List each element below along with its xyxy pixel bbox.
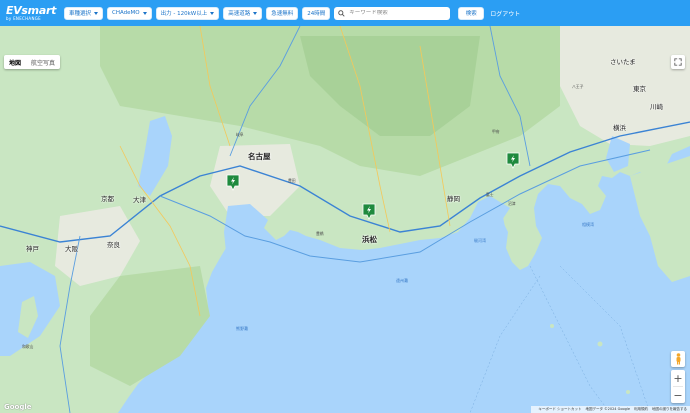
connector-type-dropdown[interactable]: CHAdeMO xyxy=(107,6,152,20)
evsmart-logo[interactable]: EVsmart by ENECHANGE xyxy=(6,5,64,21)
google-logo: Google xyxy=(4,403,32,411)
keyword-search-input[interactable] xyxy=(349,10,446,16)
city-label: 名古屋 xyxy=(248,152,271,161)
city-label: 神戸 xyxy=(26,245,39,253)
map-canvas[interactable]: 名古屋 浜松 静岡 京都 大阪 神戸 奈良 東京 横浜 川崎 さいたま 大津 豊… xyxy=(0,26,690,413)
logo-text: EVsmart xyxy=(6,4,57,17)
city-label: 川崎 xyxy=(650,103,663,111)
city-label: 甲府 xyxy=(492,129,500,134)
fast-free-toggle[interactable]: 急速無料 xyxy=(266,6,299,20)
city-label: 大津 xyxy=(133,196,146,204)
chevron-down-icon xyxy=(142,11,147,15)
header-bar: EVsmart by ENECHANGE 車種選択 CHAdeMO 出力 - 1… xyxy=(0,0,690,26)
sea-label: 相模湾 xyxy=(582,222,594,227)
map-type-satellite-button[interactable]: 航空写真 xyxy=(26,55,60,69)
city-label: 沼津 xyxy=(508,201,516,206)
map-type-map-button[interactable]: 地図 xyxy=(4,55,26,69)
vehicle-select-dropdown[interactable]: 車種選択 xyxy=(64,6,104,20)
city-label: 八王子 xyxy=(572,84,584,89)
fullscreen-icon xyxy=(674,58,682,66)
map-type-control: 地図 航空写真 xyxy=(4,55,61,69)
search-box xyxy=(334,6,451,20)
city-label: 岐阜 xyxy=(236,132,244,137)
fullscreen-button[interactable] xyxy=(671,55,685,69)
expressway-dropdown[interactable]: 高速道路 xyxy=(223,6,263,20)
ev-charger-marker-icon[interactable] xyxy=(226,174,240,191)
map-attribution-bar: キーボード ショートカット 地図データ ©2024 Google 利用規約 地図… xyxy=(531,406,690,413)
chevron-down-icon xyxy=(210,11,215,15)
map-terrain xyxy=(0,26,690,413)
city-label: 奈良 xyxy=(107,241,120,249)
city-label: 京都 xyxy=(101,195,114,203)
zoom-control: + − xyxy=(671,370,685,403)
city-label: 豊橋 xyxy=(316,231,324,236)
street-view-pegman-button[interactable] xyxy=(671,351,685,367)
city-label: 東京 xyxy=(633,85,646,93)
fast-free-label: 急速無料 xyxy=(271,11,294,17)
output-power-dropdown[interactable]: 出力 - 120kW以上 xyxy=(155,6,220,20)
city-label: さいたま xyxy=(610,58,636,66)
expressway-label: 高速道路 xyxy=(228,11,251,17)
logout-link[interactable]: ログアウト xyxy=(490,9,520,18)
city-label: 大阪 xyxy=(65,245,78,253)
search-button[interactable]: 検索 xyxy=(458,6,485,20)
charger-pin-svg xyxy=(506,152,520,169)
chevron-down-icon xyxy=(94,11,99,15)
city-label: 横浜 xyxy=(613,124,626,132)
city-label: 富士 xyxy=(486,192,494,197)
chevron-down-icon xyxy=(253,11,258,15)
open-24h-toggle[interactable]: 24時間 xyxy=(302,6,331,20)
sea-label: 熊野灘 xyxy=(236,326,248,331)
zoom-out-button[interactable]: − xyxy=(671,387,685,403)
pegman-icon xyxy=(676,353,680,365)
map-data-text: 地図データ ©2024 Google xyxy=(585,407,630,411)
output-power-label: 出力 - 120kW以上 xyxy=(160,11,208,17)
search-icon xyxy=(338,9,345,17)
open-24h-label: 24時間 xyxy=(307,11,326,17)
keyboard-shortcuts-link[interactable]: キーボード ショートカット xyxy=(538,407,581,412)
sea-label: 遠州灘 xyxy=(396,278,408,283)
charger-pin-svg xyxy=(226,174,240,191)
vehicle-select-label: 車種選択 xyxy=(69,11,92,17)
city-label: 和歌山 xyxy=(22,344,34,349)
terms-link[interactable]: 利用規約 xyxy=(634,407,648,412)
zoom-in-button[interactable]: + xyxy=(671,370,685,386)
city-label: 豊田 xyxy=(288,178,296,183)
city-label: 浜松 xyxy=(362,235,377,244)
sea-label: 駿河湾 xyxy=(474,238,486,243)
logo-subtext: by ENECHANGE xyxy=(6,16,41,21)
ev-charger-marker-icon[interactable] xyxy=(362,203,376,220)
city-label: 静岡 xyxy=(447,195,460,203)
ev-charger-marker-icon[interactable] xyxy=(506,152,520,169)
connector-type-label: CHAdeMO xyxy=(112,10,140,16)
app-window: EVsmart by ENECHANGE 車種選択 CHAdeMO 出力 - 1… xyxy=(0,0,690,413)
report-error-link[interactable]: 地図の誤りを報告する xyxy=(652,407,687,412)
charger-pin-svg xyxy=(362,203,376,220)
